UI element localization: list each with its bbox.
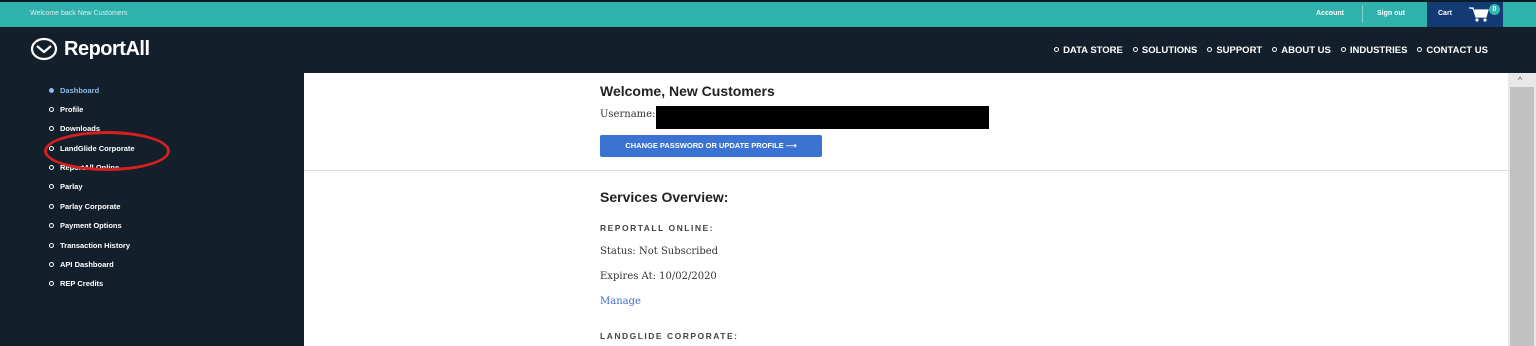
sidebar-item-label: Parlay <box>60 182 83 191</box>
bullet-icon <box>49 204 54 209</box>
manage-link[interactable]: Manage <box>600 296 641 307</box>
section-divider <box>304 170 1508 171</box>
subscription-status: Status: Not Subscribed <box>600 246 719 257</box>
sidebar-item-label: Payment Options <box>60 221 122 230</box>
bullet-icon <box>49 243 54 248</box>
sidebar-item-label: API Dashboard <box>60 260 114 269</box>
nav-contact-us[interactable]: CONTACT US <box>1417 45 1488 56</box>
main-content: Welcome, New Customers Username: CHANGE … <box>304 73 1508 346</box>
nav-label: ABOUT US <box>1281 45 1331 56</box>
vertical-scrollbar[interactable]: ^ <box>1508 73 1536 346</box>
sidebar-item-downloads[interactable]: Downloads <box>49 124 100 133</box>
nav-support[interactable]: SUPPORT <box>1207 45 1262 56</box>
site-header: ReportAll DATA STORE SOLUTIONS SUPPORT A… <box>0 27 1536 73</box>
bullet-icon <box>49 281 54 286</box>
bullet-icon <box>1207 47 1213 52</box>
nav-label: CONTACT US <box>1426 45 1488 56</box>
sign-out-link[interactable]: Sign out <box>1377 10 1405 17</box>
services-heading: Services Overview: <box>600 189 729 205</box>
logo-text[interactable]: ReportAll <box>64 38 150 61</box>
top-bar: Welcome back New Customers Account Sign … <box>0 0 1536 27</box>
bullet-icon <box>49 262 54 267</box>
nav-label: DATA STORE <box>1063 45 1123 56</box>
sidebar-item-label: REP Credits <box>60 279 104 288</box>
sidebar-item-label: Downloads <box>60 124 101 133</box>
sidebar-item-parlay-corporate[interactable]: Parlay Corporate <box>49 202 120 211</box>
bullet-icon <box>49 223 54 228</box>
bullet-icon <box>49 88 54 93</box>
sidebar-item-reportall-online[interactable]: ReportAll Online <box>49 163 119 172</box>
bullet-icon <box>49 184 54 189</box>
nav-data-store[interactable]: DATA STORE <box>1054 45 1123 56</box>
bullet-icon <box>49 146 54 151</box>
bullet-icon <box>49 126 54 131</box>
nav-label: SUPPORT <box>1216 45 1263 56</box>
cart-button[interactable]: Cart 0 <box>1427 2 1503 27</box>
bullet-icon <box>1132 47 1138 52</box>
sidebar-item-rep-credits[interactable]: REP Credits <box>49 279 103 288</box>
scrollbar-thumb[interactable] <box>1510 87 1534 346</box>
nav-about-us[interactable]: ABOUT US <box>1272 45 1331 56</box>
welcome-message: Welcome back New Customers <box>30 10 128 17</box>
nav-label: INDUSTRIES <box>1349 45 1408 56</box>
bullet-icon <box>1054 47 1060 52</box>
cart-count-badge: 0 <box>1489 4 1500 15</box>
sidebar-item-label: Dashboard <box>60 86 100 95</box>
bullet-icon <box>1340 47 1346 52</box>
sidebar-item-profile[interactable]: Profile <box>49 105 83 114</box>
reportall-online-heading: REPORTALL ONLINE: <box>600 223 714 233</box>
sidebar-item-parlay[interactable]: Parlay <box>49 182 83 191</box>
redacted-username <box>656 106 989 129</box>
sidebar-item-label: LandGlide Corporate <box>60 144 135 153</box>
account-link[interactable]: Account <box>1316 10 1344 17</box>
main-nav: DATA STORE SOLUTIONS SUPPORT ABOUT US IN… <box>1054 45 1488 56</box>
expiry-date: Expires At: 10/02/2020 <box>600 271 717 282</box>
sidebar-item-payment-options[interactable]: Payment Options <box>49 221 122 230</box>
nav-label: SOLUTIONS <box>1141 45 1198 56</box>
sidebar-item-landglide-corporate[interactable]: LandGlide Corporate <box>49 144 135 153</box>
page-title: Welcome, New Customers <box>600 83 775 99</box>
sidebar-item-api-dashboard[interactable]: API Dashboard <box>49 260 114 269</box>
account-sidebar: Dashboard Profile Downloads LandGlide Co… <box>0 73 304 346</box>
cart-icon <box>1469 7 1489 22</box>
sidebar-item-label: Parlay Corporate <box>60 202 121 211</box>
change-password-button[interactable]: CHANGE PASSWORD OR UPDATE PROFILE ⟶ <box>600 135 822 157</box>
logo-icon <box>30 37 58 61</box>
sidebar-item-label: ReportAll Online <box>60 163 120 172</box>
cart-label: Cart <box>1438 10 1453 17</box>
nav-solutions[interactable]: SOLUTIONS <box>1132 45 1198 56</box>
sidebar-item-transaction-history[interactable]: Transaction History <box>49 241 130 250</box>
username-label: Username: <box>600 109 656 120</box>
bullet-icon <box>1272 47 1278 52</box>
sidebar-item-dashboard[interactable]: Dashboard <box>49 86 99 95</box>
bullet-icon <box>1417 47 1423 52</box>
nav-industries[interactable]: INDUSTRIES <box>1340 45 1408 56</box>
sidebar-item-label: Profile <box>60 105 84 114</box>
bullet-icon <box>49 165 54 170</box>
landglide-corporate-heading: LANDGLIDE CORPORATE: <box>600 331 739 341</box>
sidebar-item-label: Transaction History <box>60 241 131 250</box>
bullet-icon <box>49 107 54 112</box>
scroll-up-arrow-icon[interactable]: ^ <box>1518 75 1522 85</box>
top-divider <box>1362 5 1363 23</box>
